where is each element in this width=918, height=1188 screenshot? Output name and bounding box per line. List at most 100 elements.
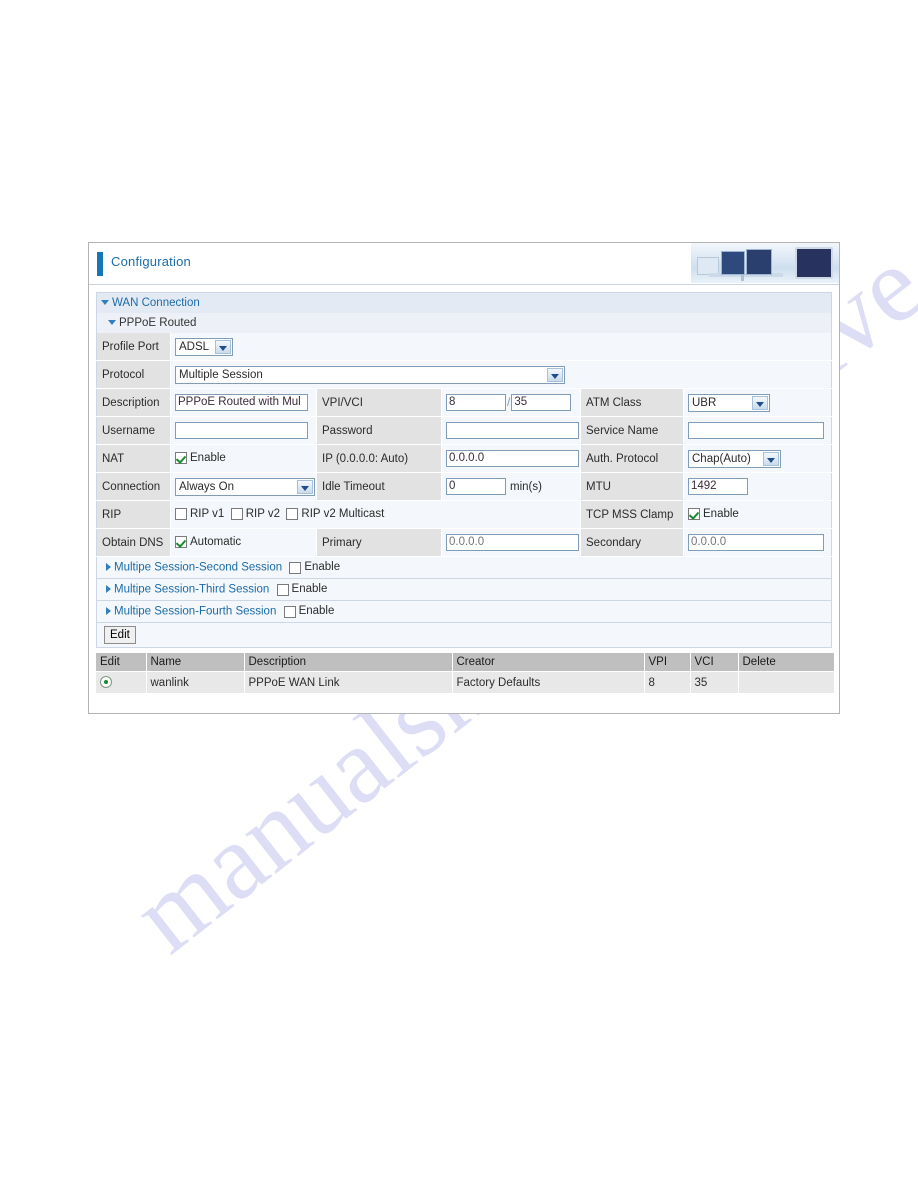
form-row-obtain-dns: Obtain DNS Automatic Primary Secondary (96, 528, 832, 557)
label-mtu: MTU (580, 472, 684, 501)
wan-links-table: Edit Name Description Creator VPI VCI De… (96, 653, 835, 694)
chevron-right-icon (106, 607, 111, 615)
multi-session-row-third: Multipe Session-Third Session Enable (96, 579, 832, 601)
chevron-down-icon (752, 395, 768, 410)
chevron-down-icon (763, 451, 779, 466)
chevron-down-icon (215, 339, 231, 354)
cell-nat: Enable (170, 444, 317, 473)
section-wan-connection[interactable]: WAN Connection (96, 292, 832, 313)
rip-v1-checkbox[interactable] (175, 508, 187, 521)
label-username: Username (96, 416, 171, 445)
protocol-select[interactable]: Multiple Session (175, 365, 565, 384)
multi-session-third-checkbox[interactable] (276, 583, 289, 596)
table-header-row: Edit Name Description Creator VPI VCI De… (96, 653, 835, 672)
multi-session-fourth-link[interactable]: Multipe Session-Fourth Session (114, 606, 276, 618)
multi-session-row-fourth: Multipe Session-Fourth Session Enable (96, 601, 832, 623)
label-rip: RIP (96, 500, 171, 529)
description-input[interactable] (175, 394, 308, 411)
section-pppoe-routed[interactable]: PPPoE Routed (96, 313, 832, 333)
multi-session-third-link[interactable]: Multipe Session-Third Session (114, 584, 269, 596)
ip-input[interactable] (446, 450, 579, 467)
edit-button[interactable]: Edit (104, 626, 136, 644)
chevron-down-icon (101, 299, 109, 305)
section-wan-connection-label: WAN Connection (112, 297, 200, 309)
cell-password (441, 416, 581, 445)
cell-connection: Always On (170, 472, 317, 501)
username-input[interactable] (175, 422, 308, 439)
label-idle-timeout: Idle Timeout (316, 472, 442, 501)
label-primary-dns: Primary (316, 528, 442, 557)
header-accent-bar (97, 252, 103, 276)
cell-edit-radio (96, 671, 147, 694)
auth-protocol-select[interactable]: Chap(Auto) (688, 449, 781, 468)
label-description: Description (96, 388, 171, 417)
rip-v2-multicast-checkbox[interactable] (286, 508, 299, 521)
configuration-panel: Configuration WAN Connection PPPoE Route… (88, 242, 840, 714)
label-ip: IP (0.0.0.0: Auto) (316, 444, 442, 473)
column-header-edit: Edit (96, 653, 147, 672)
secondary-dns-input[interactable] (688, 534, 824, 551)
form-row-nat: NAT Enable IP (0.0.0.0: Auto) Auth. Prot… (96, 444, 832, 473)
section-pppoe-routed-label: PPPoE Routed (119, 317, 197, 329)
multi-session-fourth-checkbox[interactable] (283, 605, 296, 618)
service-name-input[interactable] (688, 422, 824, 439)
label-password: Password (316, 416, 442, 445)
rip-v2-multicast-label: RIP v2 Multicast (301, 508, 385, 521)
form-row-protocol: Protocol Multiple Session (96, 360, 832, 389)
primary-dns-input[interactable] (446, 534, 579, 551)
cell-service-name (683, 416, 832, 445)
nat-enable-label: Enable (190, 452, 226, 465)
cell-creator: Factory Defaults (452, 671, 645, 694)
label-connection: Connection (96, 472, 171, 501)
label-secondary-dns: Secondary (580, 528, 684, 557)
cell-vpivci: / (441, 388, 581, 417)
cell-profile-port: ADSL (170, 333, 832, 361)
column-header-creator: Creator (452, 653, 645, 672)
obtain-dns-automatic-checkbox[interactable] (175, 536, 187, 549)
profile-port-select[interactable]: ADSL (175, 337, 233, 356)
label-auth-protocol: Auth. Protocol (580, 444, 684, 473)
cell-description (170, 388, 317, 417)
cell-tcp-mss-clamp: Enable (683, 500, 832, 529)
chevron-down-icon (108, 319, 116, 325)
cell-auth-protocol: Chap(Auto) (683, 444, 832, 473)
form-row-username: Username Password Service Name (96, 416, 832, 445)
cell-username (170, 416, 317, 445)
multi-session-second-link[interactable]: Multipe Session-Second Session (114, 562, 282, 574)
chevron-right-icon (106, 585, 111, 593)
label-vpivci: VPI/VCI (316, 388, 442, 417)
cell-delete[interactable] (738, 671, 835, 694)
column-header-vpi: VPI (644, 653, 691, 672)
cell-rip: RIP v1 RIP v2 RIP v2 Multicast (170, 500, 581, 529)
label-nat: NAT (96, 444, 171, 473)
form-row-rip: RIP RIP v1 RIP v2 RIP v2 Multicast TCP M… (96, 500, 832, 529)
obtain-dns-automatic-label: Automatic (190, 536, 242, 549)
cell-description: PPPoE WAN Link (244, 671, 453, 694)
cell-secondary-dns (683, 528, 832, 557)
column-header-vci: VCI (690, 653, 739, 672)
vpi-input[interactable] (446, 394, 506, 411)
multi-session-fourth-enable-label: Enable (298, 605, 335, 617)
mtu-input[interactable] (688, 478, 748, 495)
label-atm-class: ATM Class (580, 388, 684, 417)
nat-enable-checkbox[interactable] (175, 452, 187, 465)
vci-input[interactable] (511, 394, 572, 411)
form-row-connection: Connection Always On Idle Timeout min(s)… (96, 472, 832, 501)
edit-button-row: Edit (96, 623, 832, 648)
page-title: Configuration (111, 254, 191, 269)
column-header-delete: Delete (738, 653, 835, 672)
label-protocol: Protocol (96, 360, 171, 389)
row-edit-radio[interactable] (100, 676, 112, 689)
password-input[interactable] (446, 422, 579, 439)
idle-timeout-input[interactable] (446, 478, 506, 495)
label-obtain-dns: Obtain DNS (96, 528, 171, 557)
tcp-mss-clamp-checkbox[interactable] (688, 508, 700, 521)
chevron-down-icon (547, 367, 563, 382)
rip-v2-checkbox[interactable] (230, 508, 243, 521)
multi-session-second-checkbox[interactable] (289, 561, 302, 574)
atm-class-select[interactable]: UBR (688, 393, 770, 412)
connection-select[interactable]: Always On (175, 477, 315, 496)
cell-ip (441, 444, 581, 473)
tcp-mss-clamp-label: Enable (703, 508, 739, 521)
cell-idle-timeout: min(s) (441, 472, 581, 501)
